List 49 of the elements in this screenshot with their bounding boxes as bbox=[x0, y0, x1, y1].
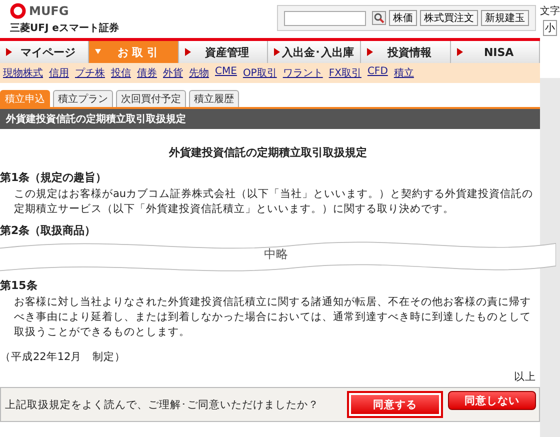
tab[interactable]: 積立履歴 bbox=[189, 90, 239, 107]
triangle-icon bbox=[274, 48, 280, 56]
sub-nav-link[interactable]: 信用 bbox=[49, 66, 69, 80]
enactment-date: （平成22年12月 制定） bbox=[0, 350, 127, 364]
sub-nav-link[interactable]: FX取引 bbox=[328, 66, 362, 80]
sub-nav-link[interactable]: 積立 bbox=[394, 66, 414, 80]
confirm-question: 上記取扱規定をよく読んで、ご理解･ご同意いただけましたか？ bbox=[5, 398, 319, 412]
triangle-icon bbox=[184, 48, 191, 56]
sub-nav-link[interactable]: 先物 bbox=[189, 66, 209, 80]
document-title: 外貨建投資信託の定期積立取引取扱規定 bbox=[168, 145, 368, 160]
search-field[interactable] bbox=[284, 10, 366, 26]
search-icon[interactable] bbox=[372, 11, 386, 25]
closing-text: 以上 bbox=[514, 370, 536, 384]
sub-nav-link[interactable]: OP取引 bbox=[242, 66, 277, 80]
tab[interactable]: 次回買付予定 bbox=[116, 90, 186, 107]
brand-name: MUFG bbox=[29, 4, 69, 18]
sub-nav-link[interactable]: CFD bbox=[367, 66, 388, 80]
triangle-icon bbox=[95, 48, 102, 56]
article-heading: 第15条 bbox=[0, 278, 38, 293]
sub-nav-link[interactable]: CME bbox=[215, 66, 237, 80]
sub-nav-link[interactable]: 外貨 bbox=[163, 66, 183, 80]
article-text: お客様に対し当社よりなされた外貨建投資信託積立に関する諸通知が転居、不在その他お客様の責に帰すべき事由により延着し、または到着しなかった場合においては、通常到達すべき時に到達したものとして取扱うことができるものとします。 bbox=[14, 295, 532, 340]
quick-button[interactable]: 株式買注文 bbox=[420, 10, 478, 26]
sub-nav-link[interactable]: 現物株式 bbox=[3, 66, 43, 80]
font-size-label: 文字 bbox=[540, 4, 560, 18]
triangle-icon bbox=[367, 48, 374, 56]
sub-nav-link[interactable]: 投信 bbox=[111, 66, 131, 80]
triangle-icon bbox=[6, 48, 12, 56]
article-heading: 第2条（取扱商品） bbox=[0, 223, 97, 238]
quick-button[interactable]: 株価 bbox=[389, 10, 417, 26]
agree-button[interactable]: 同意しない bbox=[448, 391, 536, 410]
quick-button[interactable]: 新規建玉 bbox=[481, 10, 529, 26]
agree-button[interactable]: 同意する bbox=[347, 391, 443, 418]
tab[interactable]: 積立プラン bbox=[53, 90, 113, 107]
section-title: 外貨建投資信託の定期積立取引取扱規定 bbox=[0, 109, 540, 129]
nav-tab[interactable]: マイページ bbox=[0, 41, 90, 63]
nav-tab[interactable]: NISA bbox=[450, 41, 540, 63]
font-size-button[interactable]: 小 bbox=[543, 20, 557, 36]
article-text: この規定はお客様がauカブコム証券株式会社（以下「当社」といいます。）と契約する外貨建投資信託の定期積立サービス（以下「外貨建投資信託積立」といいます。）に関する取り決めです。 bbox=[14, 187, 534, 217]
company-name: 三菱UFJ eスマート証券 bbox=[10, 22, 119, 35]
nav-tab[interactable]: 資産管理 bbox=[178, 41, 268, 63]
article-heading: 第1条（規定の趣旨） bbox=[0, 170, 108, 185]
nav-tab[interactable]: 投資情報 bbox=[361, 41, 451, 63]
sub-nav-link[interactable]: ワラント bbox=[282, 66, 323, 80]
nav-tab[interactable]: 入出金･入出庫 bbox=[268, 41, 362, 63]
logo-icon bbox=[10, 3, 26, 19]
sub-nav-link[interactable]: プチ株 bbox=[75, 66, 105, 80]
sub-nav-link[interactable]: 債券 bbox=[137, 66, 157, 80]
triangle-icon bbox=[456, 48, 463, 56]
